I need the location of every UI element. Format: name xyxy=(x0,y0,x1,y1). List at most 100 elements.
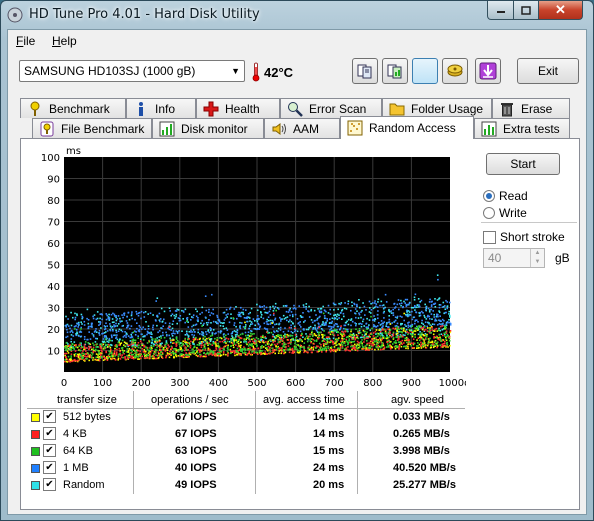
scatter-point xyxy=(259,350,261,352)
tab-error-scan[interactable]: Error Scan xyxy=(280,98,382,118)
scatter-point xyxy=(367,326,369,328)
scatter-point xyxy=(175,343,177,345)
scatter-point xyxy=(100,347,102,350)
scatter-point xyxy=(358,313,361,316)
scatter-point xyxy=(222,325,224,327)
tab-info[interactable]: Info xyxy=(126,98,196,118)
start-button-label: Start xyxy=(510,157,536,171)
series-checkbox[interactable]: ✔ xyxy=(43,444,56,457)
tab-extra-tests[interactable]: Extra tests xyxy=(474,118,570,138)
tab-aam[interactable]: AAM xyxy=(264,118,340,138)
scatter-point xyxy=(172,332,175,334)
read-radio-dot[interactable] xyxy=(483,190,495,202)
scatter-point xyxy=(135,353,137,355)
scatter-point xyxy=(364,345,367,347)
scatter-point xyxy=(359,345,361,348)
scatter-point xyxy=(378,329,380,331)
read-label: Read xyxy=(499,189,528,203)
scatter-point xyxy=(312,328,314,330)
scatter-point xyxy=(248,317,251,319)
scatter-point xyxy=(347,323,350,326)
scatter-point xyxy=(362,329,365,332)
short-stroke-checkbox[interactable]: Short stroke xyxy=(483,230,565,244)
save-button[interactable] xyxy=(475,58,501,84)
scatter-point xyxy=(99,357,101,360)
write-radio[interactable]: Write xyxy=(483,206,527,220)
scatter-point xyxy=(373,315,375,317)
start-button[interactable]: Start xyxy=(486,153,560,175)
scatter-point xyxy=(406,311,408,313)
scatter-point xyxy=(250,353,253,355)
scatter-point xyxy=(150,345,153,348)
scatter-point xyxy=(283,342,285,344)
scatter-point xyxy=(131,317,133,320)
scatter-point xyxy=(418,304,420,306)
scatter-point xyxy=(110,334,113,336)
scatter-point xyxy=(197,355,200,357)
scatter-point xyxy=(265,306,268,309)
write-radio-dot[interactable] xyxy=(483,207,495,219)
scatter-point xyxy=(324,317,327,320)
menu-file[interactable]: File xyxy=(16,34,35,48)
read-radio[interactable]: Read xyxy=(483,189,528,203)
scatter-point xyxy=(311,330,313,333)
menu-help[interactable]: Help xyxy=(52,34,77,48)
scatter-point xyxy=(195,336,197,339)
options-button[interactable] xyxy=(412,58,438,84)
scatter-point xyxy=(319,348,322,351)
tab-random-access[interactable]: Random Access xyxy=(340,116,474,139)
tab-benchmark[interactable]: Benchmark xyxy=(20,98,126,118)
tab-erase[interactable]: Erase xyxy=(492,98,570,118)
scatter-point xyxy=(416,347,418,349)
series-checkbox[interactable]: ✔ xyxy=(43,461,56,474)
scatter-point xyxy=(115,316,117,319)
scatter-point xyxy=(419,331,421,333)
scatter-point xyxy=(95,328,97,330)
scatter-point xyxy=(376,325,379,327)
scatter-point xyxy=(333,334,336,337)
tab-file-benchmark[interactable]: File Benchmark xyxy=(32,118,152,138)
close-button[interactable]: ✕ xyxy=(538,1,583,20)
scatter-point xyxy=(371,327,373,330)
scatter-point xyxy=(143,316,146,318)
short-stroke-box[interactable] xyxy=(483,230,496,244)
scatter-point xyxy=(256,320,259,323)
scatter-point xyxy=(382,304,385,306)
copy-text-button[interactable] xyxy=(352,58,378,84)
drive-select[interactable]: SAMSUNG HD103SJ (1000 gB) ▼ xyxy=(19,60,245,82)
scatter-point xyxy=(326,340,328,342)
scatter-point xyxy=(190,319,192,321)
scatter-point xyxy=(382,312,385,314)
scatter-point xyxy=(324,343,326,345)
scatter-point xyxy=(395,333,398,336)
scatter-point xyxy=(260,346,262,349)
tab-folder-usage[interactable]: Folder Usage xyxy=(382,98,492,118)
series-checkbox[interactable]: ✔ xyxy=(43,427,56,440)
exit-button[interactable]: Exit xyxy=(517,58,579,84)
maximize-button[interactable] xyxy=(513,1,539,20)
scatter-point xyxy=(187,326,190,328)
title-bar[interactable]: HD Tune Pro 4.01 - Hard Disk Utility ✕ xyxy=(1,1,593,29)
scatter-point xyxy=(375,333,377,335)
scatter-point xyxy=(75,329,78,331)
tab-health[interactable]: Health xyxy=(196,98,280,118)
scatter-point xyxy=(344,324,347,327)
scatter-point xyxy=(150,336,152,338)
scatter-point xyxy=(235,339,237,341)
scatter-point xyxy=(185,347,188,349)
scatter-point xyxy=(417,333,420,336)
copy-screenshot-button[interactable] xyxy=(382,58,408,84)
scatter-point xyxy=(223,327,225,330)
scatter-point xyxy=(92,359,94,361)
settings-button[interactable] xyxy=(442,58,468,84)
scatter-point xyxy=(319,325,322,327)
minimize-button[interactable] xyxy=(487,1,514,20)
scatter-point xyxy=(412,330,414,332)
series-checkbox[interactable]: ✔ xyxy=(43,478,56,491)
series-checkbox[interactable]: ✔ xyxy=(43,410,56,423)
tab-disk-monitor[interactable]: Disk monitor xyxy=(152,118,264,138)
scatter-point xyxy=(107,341,110,343)
scatter-point xyxy=(251,333,254,335)
scatter-point xyxy=(416,326,419,328)
scatter-point xyxy=(239,333,242,336)
